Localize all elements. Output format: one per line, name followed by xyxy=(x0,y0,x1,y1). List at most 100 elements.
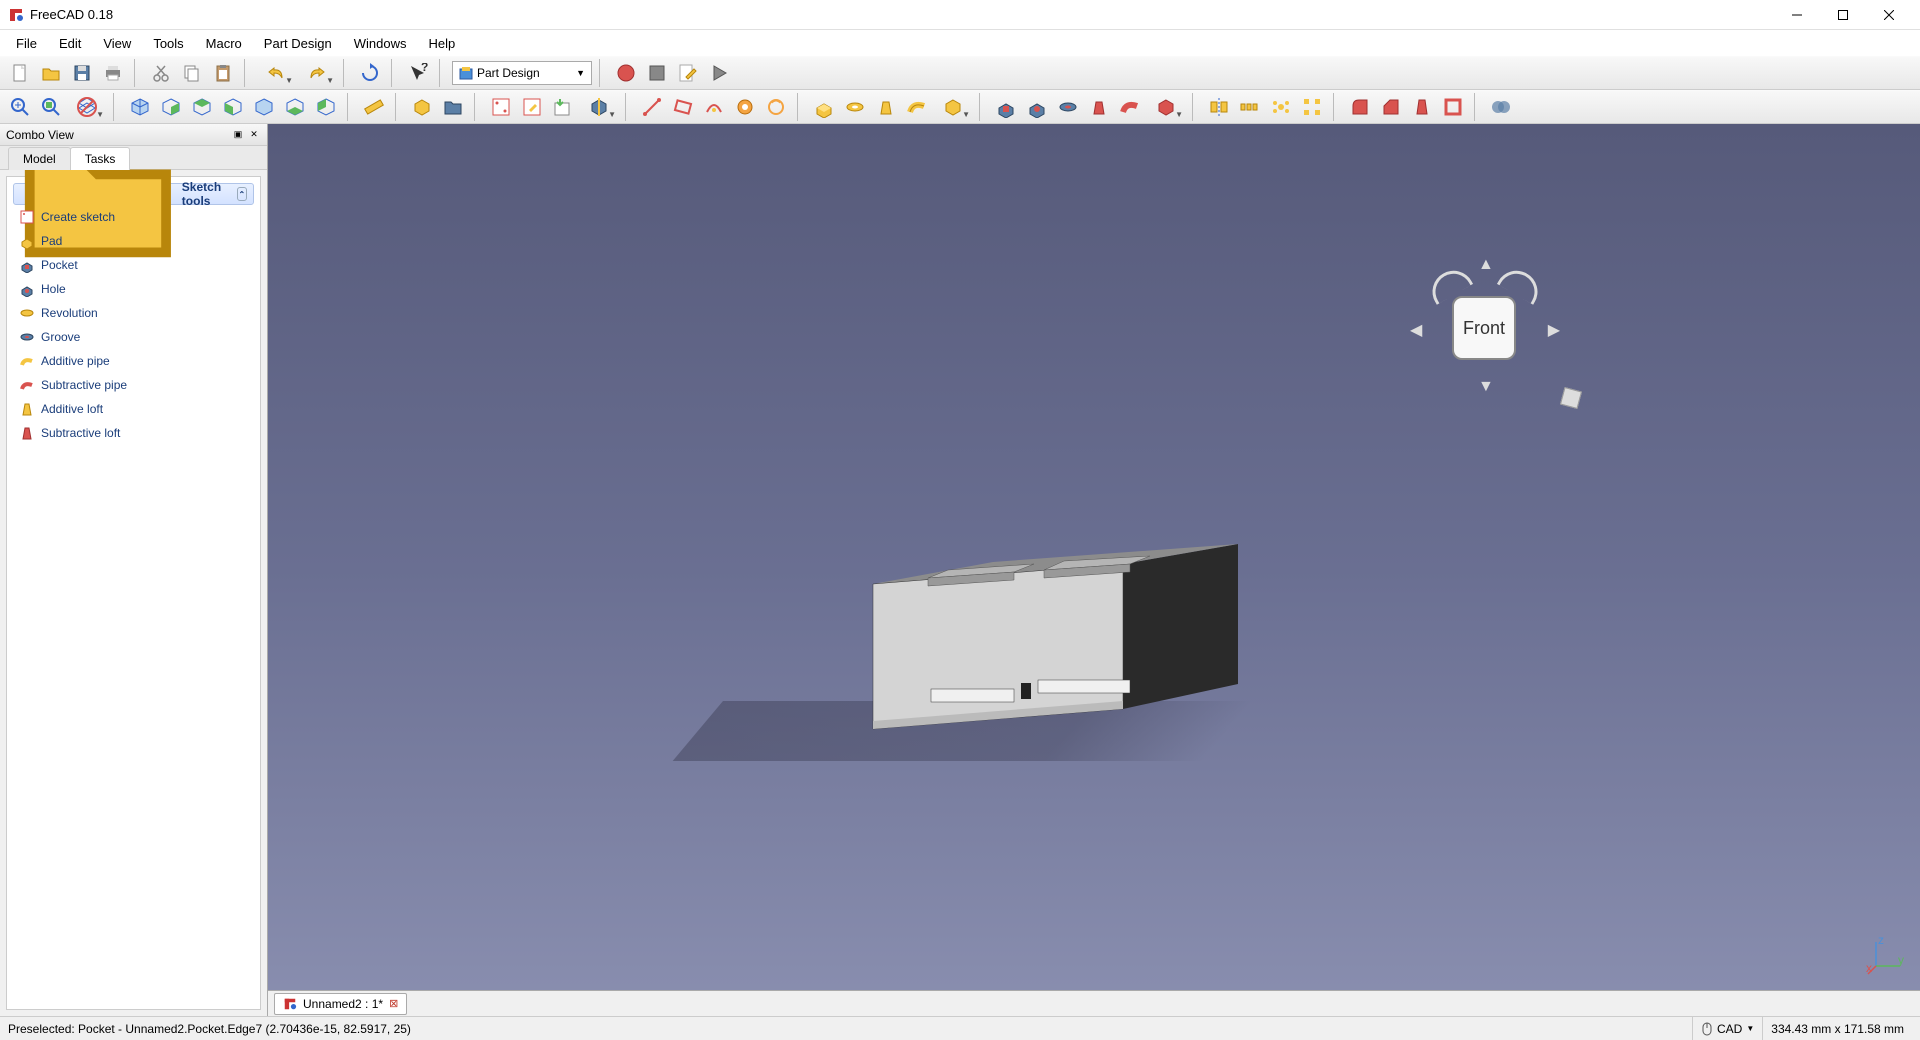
linear-pattern-button[interactable] xyxy=(1236,93,1264,121)
print-button[interactable] xyxy=(99,59,127,87)
chamfer-button[interactable] xyxy=(1377,93,1405,121)
tab-tasks[interactable]: Tasks xyxy=(70,147,131,170)
task-subtractive-pipe[interactable]: Subtractive pipe xyxy=(13,373,254,397)
sketcher-external-button[interactable] xyxy=(762,93,790,121)
view-right-button[interactable] xyxy=(219,93,247,121)
boolean-button[interactable] xyxy=(1487,93,1515,121)
3d-model[interactable] xyxy=(738,504,1378,784)
menu-file[interactable]: File xyxy=(6,32,47,55)
combo-view-panel: Combo View ▣ ✕ Model Tasks Sketch tools … xyxy=(0,124,268,1016)
status-nav-style[interactable]: CAD ▼ xyxy=(1692,1017,1762,1040)
workbench-selector[interactable]: Part Design ▼ xyxy=(452,61,592,85)
macro-run-button[interactable] xyxy=(705,59,733,87)
fit-all-button[interactable] xyxy=(6,93,34,121)
menu-view[interactable]: View xyxy=(93,32,141,55)
sketch-tools-label: Sketch tools xyxy=(182,180,231,208)
additive-pipe-button[interactable] xyxy=(903,93,931,121)
macro-stop-button[interactable] xyxy=(643,59,671,87)
paste-button[interactable] xyxy=(209,59,237,87)
navcube-arrow-right[interactable]: ▶ xyxy=(1548,320,1560,340)
navcube-arrow-up[interactable]: ▲ xyxy=(1478,256,1494,274)
create-body-button[interactable] xyxy=(408,93,436,121)
window-title: FreeCAD 0.18 xyxy=(30,7,1774,22)
task-subtractive-loft[interactable]: Subtractive loft xyxy=(13,421,254,445)
menu-tools[interactable]: Tools xyxy=(143,32,193,55)
view-front-button[interactable] xyxy=(157,93,185,121)
task-additive-loft[interactable]: Additive loft xyxy=(13,397,254,421)
hole-button[interactable] xyxy=(1023,93,1051,121)
copy-button[interactable] xyxy=(178,59,206,87)
macro-edit-button[interactable] xyxy=(674,59,702,87)
subtractive-primitive-button[interactable]: ▼ xyxy=(1147,93,1185,121)
panel-close-button[interactable]: ✕ xyxy=(247,128,261,142)
cut-button[interactable] xyxy=(147,59,175,87)
task-revolution[interactable]: Revolution xyxy=(13,301,254,325)
document-tab[interactable]: Unnamed2 : 1* ⊠ xyxy=(274,993,407,1015)
view-rear-button[interactable] xyxy=(250,93,278,121)
draw-style-button[interactable]: ▼ xyxy=(68,93,106,121)
view-bottom-button[interactable] xyxy=(281,93,309,121)
whats-this-button[interactable]: ? xyxy=(404,59,432,87)
polar-pattern-button[interactable] xyxy=(1267,93,1295,121)
map-sketch-button[interactable] xyxy=(549,93,577,121)
undo-button[interactable]: ▼ xyxy=(257,59,295,87)
additive-pipe-icon xyxy=(19,353,35,369)
view-left-button[interactable] xyxy=(312,93,340,121)
groove-button[interactable] xyxy=(1054,93,1082,121)
macro-record-button[interactable] xyxy=(612,59,640,87)
view-top-button[interactable] xyxy=(188,93,216,121)
window-maximize-button[interactable] xyxy=(1820,0,1866,30)
view-isometric-button[interactable] xyxy=(126,93,154,121)
menu-help[interactable]: Help xyxy=(418,32,465,55)
window-minimize-button[interactable] xyxy=(1774,0,1820,30)
svg-text:z: z xyxy=(1878,936,1884,947)
navcube-arrow-down[interactable]: ▼ xyxy=(1478,378,1494,396)
panel-float-button[interactable]: ▣ xyxy=(231,128,245,142)
subtractive-loft-button[interactable] xyxy=(1085,93,1113,121)
sketcher-line-button[interactable] xyxy=(638,93,666,121)
3d-viewport[interactable]: ▲ ▼ ◀ ▶ Front z y x Unnamed2 : 1* ⊠ xyxy=(268,124,1920,1016)
measure-button[interactable] xyxy=(360,93,388,121)
menu-windows[interactable]: Windows xyxy=(344,32,417,55)
open-file-button[interactable] xyxy=(37,59,65,87)
navigation-cube[interactable]: ▲ ▼ ◀ ▶ Front xyxy=(1410,254,1560,404)
sketcher-rect-button[interactable] xyxy=(669,93,697,121)
app-icon xyxy=(283,997,297,1011)
thickness-button[interactable] xyxy=(1439,93,1467,121)
new-file-button[interactable] xyxy=(6,59,34,87)
task-groove[interactable]: Groove xyxy=(13,325,254,349)
additive-primitive-button[interactable]: ▼ xyxy=(934,93,972,121)
refresh-button[interactable] xyxy=(356,59,384,87)
subtractive-pipe-button[interactable] xyxy=(1116,93,1144,121)
task-additive-pipe[interactable]: Additive pipe xyxy=(13,349,254,373)
sketcher-constraint-button[interactable] xyxy=(731,93,759,121)
draft-button[interactable] xyxy=(1408,93,1436,121)
edit-sketch-button[interactable] xyxy=(518,93,546,121)
navcube-face-front[interactable]: Front xyxy=(1452,296,1516,360)
mirror-button[interactable] xyxy=(1205,93,1233,121)
revolution-button[interactable] xyxy=(841,93,869,121)
menu-partdesign[interactable]: Part Design xyxy=(254,32,342,55)
document-tab-close-button[interactable]: ⊠ xyxy=(389,997,398,1010)
sketch-tools-group-header[interactable]: Sketch tools ⌃ xyxy=(13,183,254,205)
sketcher-arc-button[interactable] xyxy=(700,93,728,121)
pad-button[interactable] xyxy=(810,93,838,121)
additive-loft-button[interactable] xyxy=(872,93,900,121)
fillet-button[interactable] xyxy=(1346,93,1374,121)
menu-macro[interactable]: Macro xyxy=(196,32,252,55)
redo-button[interactable]: ▼ xyxy=(298,59,336,87)
tab-model[interactable]: Model xyxy=(8,147,71,170)
create-group-button[interactable] xyxy=(439,93,467,121)
pocket-button[interactable] xyxy=(992,93,1020,121)
save-button[interactable] xyxy=(68,59,96,87)
window-close-button[interactable] xyxy=(1866,0,1912,30)
create-sketch-button[interactable] xyxy=(487,93,515,121)
navcube-arrow-left[interactable]: ◀ xyxy=(1410,320,1422,340)
multitransform-button[interactable] xyxy=(1298,93,1326,121)
navcube-home-button[interactable] xyxy=(1560,387,1582,409)
datum-button[interactable]: ▼ xyxy=(580,93,618,121)
collapse-icon[interactable]: ⌃ xyxy=(237,187,247,201)
task-hole[interactable]: Hole xyxy=(13,277,254,301)
menu-edit[interactable]: Edit xyxy=(49,32,91,55)
fit-selection-button[interactable] xyxy=(37,93,65,121)
